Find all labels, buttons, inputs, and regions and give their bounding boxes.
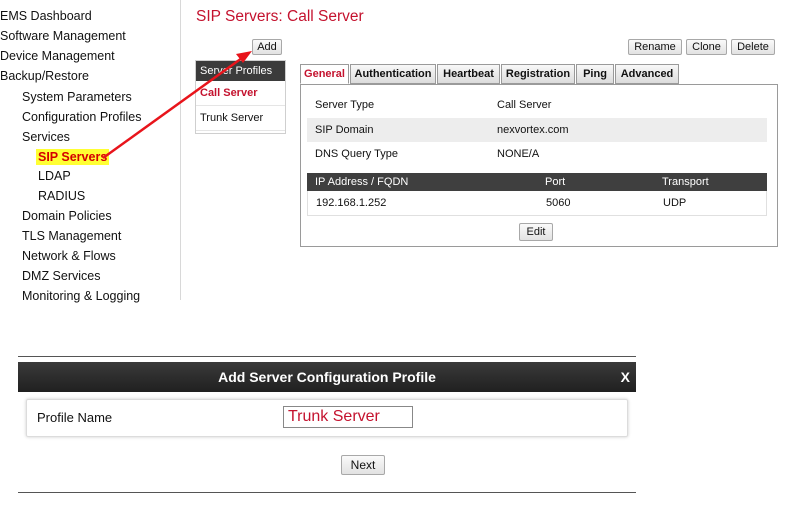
profile-item-call-server[interactable]: Call Server [196, 81, 285, 106]
background-text-fragment [80, 348, 83, 362]
nav-item-dmz-services[interactable]: DMZ Services [22, 268, 100, 284]
table-row: 192.168.1.252 5060 UDP [307, 191, 767, 216]
tab-advanced[interactable]: Advanced [615, 64, 679, 84]
nav-item-sip-servers[interactable]: SIP Servers [36, 149, 110, 165]
nav-item-radius[interactable]: RADIUS [38, 188, 85, 204]
server-type-label: Server Type [315, 99, 375, 111]
ip-table-header: IP Address / FQDN Port Transport [307, 173, 767, 191]
general-panel: Server Type Call Server SIP Domain nexvo… [300, 84, 778, 247]
col-port: Port [545, 176, 566, 188]
nav-item-software-management[interactable]: Software Management [0, 28, 126, 44]
sip-domain-value: nexvortex.com [497, 124, 569, 136]
ip-address-table: IP Address / FQDN Port Transport 192.168… [307, 173, 767, 216]
tab-registration[interactable]: Registration [501, 64, 575, 84]
tab-ping[interactable]: Ping [576, 64, 614, 84]
nav-item-device-management[interactable]: Device Management [0, 48, 115, 64]
close-icon[interactable]: X [621, 362, 630, 392]
rename-button[interactable]: Rename [628, 39, 682, 55]
server-profiles-list: Server Profiles Call Server Trunk Server [195, 60, 286, 134]
add-profile-dialog: Profile Name Trunk Server Next [18, 392, 636, 493]
profile-name-input[interactable]: Trunk Server [283, 406, 413, 428]
nav-item-network-flows[interactable]: Network & Flows [22, 248, 116, 264]
dialog-title: Add Server Configuration Profile [218, 369, 436, 385]
port-cell: 5060 [546, 197, 571, 209]
sip-domain-label: SIP Domain [315, 124, 374, 136]
col-transport: Transport [662, 176, 709, 188]
nav-item-ldap[interactable]: LDAP [38, 168, 71, 184]
dns-query-type-label: DNS Query Type [315, 148, 398, 160]
server-profiles-header: Server Profiles [196, 61, 285, 81]
dns-query-type-value: NONE/A [497, 148, 540, 160]
profile-item-trunk-server[interactable]: Trunk Server [196, 106, 285, 131]
field-row-sip-domain: SIP Domain nexvortex.com [307, 118, 767, 142]
nav-item-tls-management[interactable]: TLS Management [22, 228, 121, 244]
tab-authentication[interactable]: Authentication [350, 64, 436, 84]
nav-item-monitoring-logging[interactable]: Monitoring & Logging [22, 288, 140, 304]
field-row-dns-query-type: DNS Query Type NONE/A [307, 142, 767, 166]
nav-item-configuration-profiles[interactable]: Configuration Profiles [22, 109, 142, 125]
nav-item-domain-policies[interactable]: Domain Policies [22, 208, 112, 224]
field-row-server-type: Server Type Call Server [307, 93, 767, 117]
transport-cell: UDP [663, 197, 687, 209]
tab-heartbeat[interactable]: Heartbeat [437, 64, 500, 84]
tab-general[interactable]: General [300, 64, 349, 84]
next-button[interactable]: Next [341, 455, 385, 475]
profile-name-label: Profile Name [37, 410, 113, 425]
clone-button[interactable]: Clone [686, 39, 727, 55]
delete-button[interactable]: Delete [731, 39, 775, 55]
ip-address-cell: 192.168.1.252 [316, 197, 387, 209]
add-button[interactable]: Add [252, 39, 282, 55]
nav-item-backup-restore[interactable]: Backup/Restore [0, 68, 89, 84]
nav-item-ems-dashboard[interactable]: EMS Dashboard [0, 8, 92, 24]
nav-item-system-parameters[interactable]: System Parameters [22, 89, 132, 105]
left-nav: EMS Dashboard Software Management Device… [0, 0, 181, 303]
dialog-top-border [18, 356, 636, 357]
edit-button[interactable]: Edit [519, 223, 553, 241]
dialog-header: Add Server Configuration Profile X [18, 362, 636, 392]
server-type-value: Call Server [497, 99, 552, 111]
profile-name-row: Profile Name Trunk Server [26, 399, 628, 437]
col-ip-address: IP Address / FQDN [315, 176, 409, 188]
page-title: SIP Servers: Call Server [196, 8, 364, 25]
nav-item-services[interactable]: Services [22, 129, 70, 145]
